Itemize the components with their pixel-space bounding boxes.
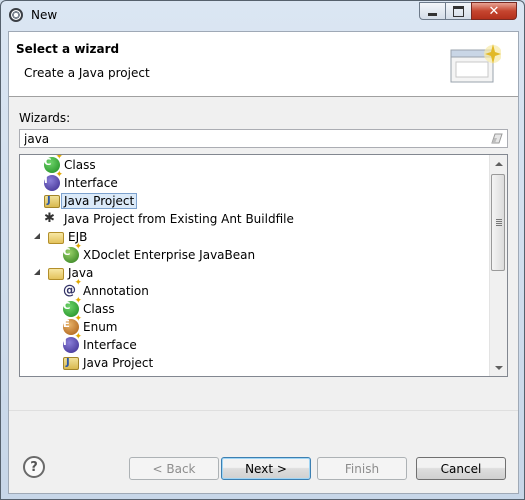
- java-project-icon: [63, 356, 81, 370]
- grip-line: [496, 225, 502, 226]
- wizard-header: Select a wizard Create a Java project: [9, 32, 518, 97]
- tree-item-label: Enum: [83, 320, 118, 334]
- tree-item-label: Java Project: [61, 193, 138, 209]
- tree-item-java-folder[interactable]: Java: [32, 264, 93, 282]
- wizard-filter-input[interactable]: [24, 131, 484, 146]
- cancel-button[interactable]: Cancel: [416, 457, 506, 480]
- title-bar[interactable]: New ✕: [1, 1, 524, 31]
- java-project-icon: [44, 194, 62, 208]
- tree-item-enum[interactable]: E Enum: [63, 314, 118, 336]
- maximize-button[interactable]: [445, 2, 472, 20]
- interface-icon: I: [63, 332, 82, 353]
- tree-item-java-project[interactable]: Java Project: [63, 354, 153, 372]
- ant-icon: ✱: [44, 211, 55, 226]
- expand-collapse-icon[interactable]: [32, 268, 42, 278]
- scroll-up-icon: [494, 161, 503, 166]
- scroll-down-button[interactable]: [490, 359, 507, 376]
- tree-item-java-project-from-ant[interactable]: ✱ Java Project from Existing Ant Buildfi…: [44, 210, 294, 228]
- finish-button[interactable]: Finish: [317, 457, 407, 480]
- tree-item-interface[interactable]: I Interface: [44, 170, 118, 192]
- header-description: Create a Java project: [24, 66, 150, 80]
- tree-item-interface[interactable]: I Interface: [63, 332, 137, 354]
- new-wizard-banner-icon: [450, 44, 501, 83]
- dialog-content: Select a wizard Create a Java project Wi…: [8, 31, 519, 494]
- header-title: Select a wizard: [16, 42, 120, 56]
- close-icon: ✕: [488, 3, 500, 19]
- tree-item-java-project[interactable]: Java Project: [44, 192, 138, 210]
- grip-line: [496, 221, 502, 222]
- next-button[interactable]: Next >: [221, 457, 311, 480]
- interface-icon: I: [44, 170, 63, 191]
- tree-vertical-scrollbar[interactable]: [489, 155, 507, 376]
- wizard-filter-field[interactable]: [19, 129, 508, 148]
- expand-collapse-icon[interactable]: [32, 232, 42, 242]
- close-button[interactable]: ✕: [471, 2, 517, 20]
- tree-item-label: Interface: [83, 338, 137, 352]
- eclipse-app-icon: [9, 8, 23, 22]
- folder-icon: [48, 232, 64, 244]
- grip-line: [496, 223, 502, 224]
- tree-item-label: Java Project from Existing Ant Buildfile: [64, 212, 294, 226]
- scroll-down-icon: [494, 365, 503, 370]
- folder-icon: [48, 268, 64, 280]
- back-button[interactable]: < Back: [129, 457, 219, 480]
- tree-item-label: Class: [83, 302, 115, 316]
- new-wizard-dialog: New ✕ Select a wizard Create a Java proj…: [0, 0, 525, 500]
- tree-item-label: Class: [64, 158, 96, 172]
- window-title: New: [31, 8, 58, 22]
- tree-item-class[interactable]: C Class: [44, 155, 96, 174]
- tree-item-label: Interface: [64, 176, 118, 190]
- scroll-thumb[interactable]: [491, 174, 505, 271]
- grip-line: [496, 219, 502, 220]
- wizards-label: Wizards:: [19, 111, 71, 125]
- maximize-icon: [453, 5, 464, 17]
- help-icon[interactable]: ?: [23, 456, 45, 478]
- tree-item-label: XDoclet Enterprise JavaBean: [83, 248, 256, 262]
- minimize-icon: [428, 12, 437, 16]
- tree-item-label: Annotation: [83, 284, 149, 298]
- footer-divider: [9, 410, 518, 411]
- scroll-up-button[interactable]: [490, 155, 507, 172]
- tree-item-label: Java Project: [83, 356, 154, 370]
- clear-filter-icon[interactable]: [491, 133, 503, 144]
- bean-icon: C: [63, 242, 82, 263]
- tree-item-xdoclet-bean[interactable]: C XDoclet Enterprise JavaBean: [63, 242, 256, 264]
- tree-item-class[interactable]: C Class: [63, 296, 115, 318]
- minimize-button[interactable]: [419, 2, 446, 20]
- wizard-tree[interactable]: C Class I Interface Java Project ✱ Java …: [19, 154, 508, 377]
